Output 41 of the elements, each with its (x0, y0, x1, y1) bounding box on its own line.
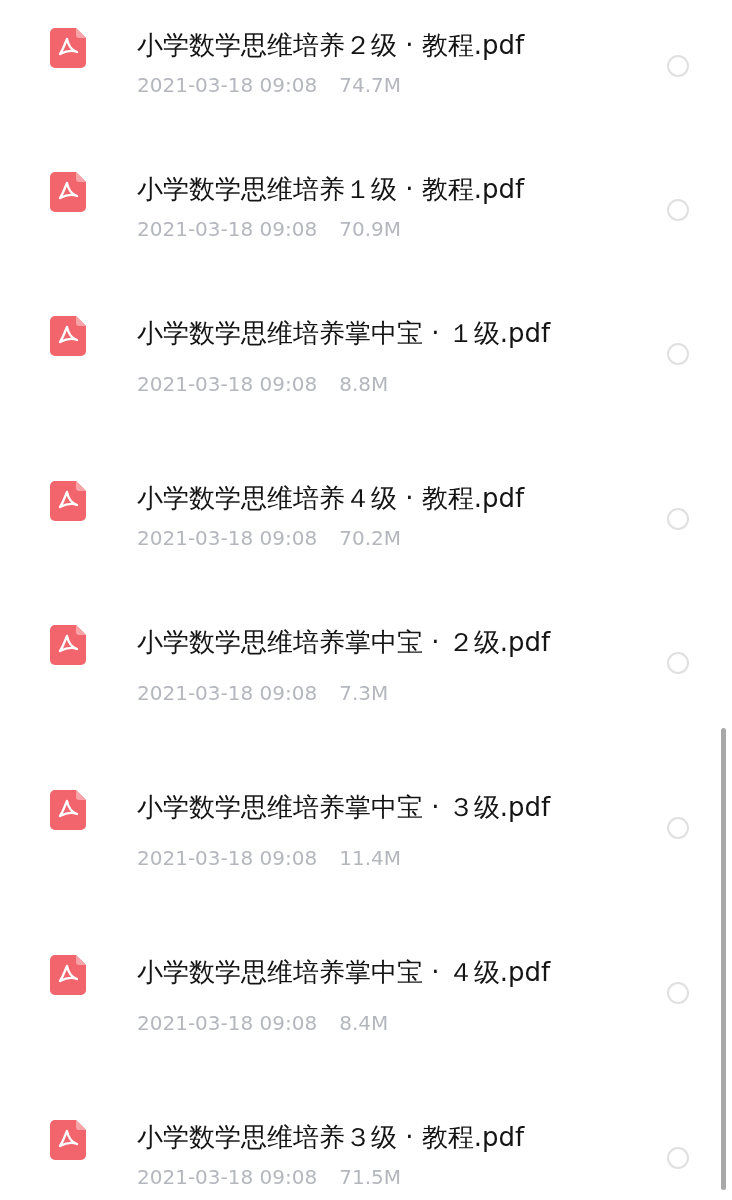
file-size: 8.8M (339, 373, 389, 395)
file-size: 70.2M (339, 527, 402, 549)
pdf-file-icon (50, 28, 86, 68)
file-name: 小学数学思维培养４级 · 教程.pdf (137, 482, 526, 515)
file-date: 2021-03-18 09:08 (137, 847, 318, 869)
file-size: 11.4M (339, 847, 402, 869)
pdf-file-icon (50, 955, 86, 995)
pdf-file-icon (50, 1120, 86, 1160)
file-date: 2021-03-18 09:08 (137, 682, 318, 704)
select-radio[interactable] (667, 199, 689, 221)
file-name: 小学数学思维培养３级 · 教程.pdf (137, 1121, 526, 1154)
file-date: 2021-03-18 09:08 (137, 1166, 318, 1188)
file-size: 8.4M (339, 1012, 389, 1034)
file-size: 7.3M (339, 682, 389, 704)
pdf-file-icon (50, 790, 86, 830)
file-name: 小学数学思维培养１级 · 教程.pdf (137, 173, 526, 206)
file-name: 小学数学思维培养２级 · 教程.pdf (137, 29, 526, 62)
select-radio[interactable] (667, 982, 689, 1004)
file-name: 小学数学思维培养掌中宝 · ４级.pdf (137, 956, 552, 989)
file-name: 小学数学思维培养掌中宝 · ２级.pdf (137, 626, 552, 659)
scrollbar[interactable] (721, 728, 726, 1190)
file-date: 2021-03-18 09:08 (137, 373, 318, 395)
file-name: 小学数学思维培养掌中宝 · ３级.pdf (137, 791, 552, 824)
pdf-file-icon (50, 481, 86, 521)
select-radio[interactable] (667, 1147, 689, 1169)
file-date: 2021-03-18 09:08 (137, 1012, 318, 1034)
file-size: 71.5M (339, 1166, 402, 1188)
file-name: 小学数学思维培养掌中宝 · １级.pdf (137, 317, 552, 350)
file-size: 70.9M (339, 218, 402, 240)
pdf-file-icon (50, 625, 86, 665)
select-radio[interactable] (667, 652, 689, 674)
pdf-file-icon (50, 172, 86, 212)
pdf-file-icon (50, 316, 86, 356)
file-date: 2021-03-18 09:08 (137, 527, 318, 549)
file-date: 2021-03-18 09:08 (137, 74, 318, 96)
select-radio[interactable] (667, 55, 689, 77)
file-size: 74.7M (339, 74, 402, 96)
file-date: 2021-03-18 09:08 (137, 218, 318, 240)
select-radio[interactable] (667, 343, 689, 365)
select-radio[interactable] (667, 817, 689, 839)
select-radio[interactable] (667, 508, 689, 530)
